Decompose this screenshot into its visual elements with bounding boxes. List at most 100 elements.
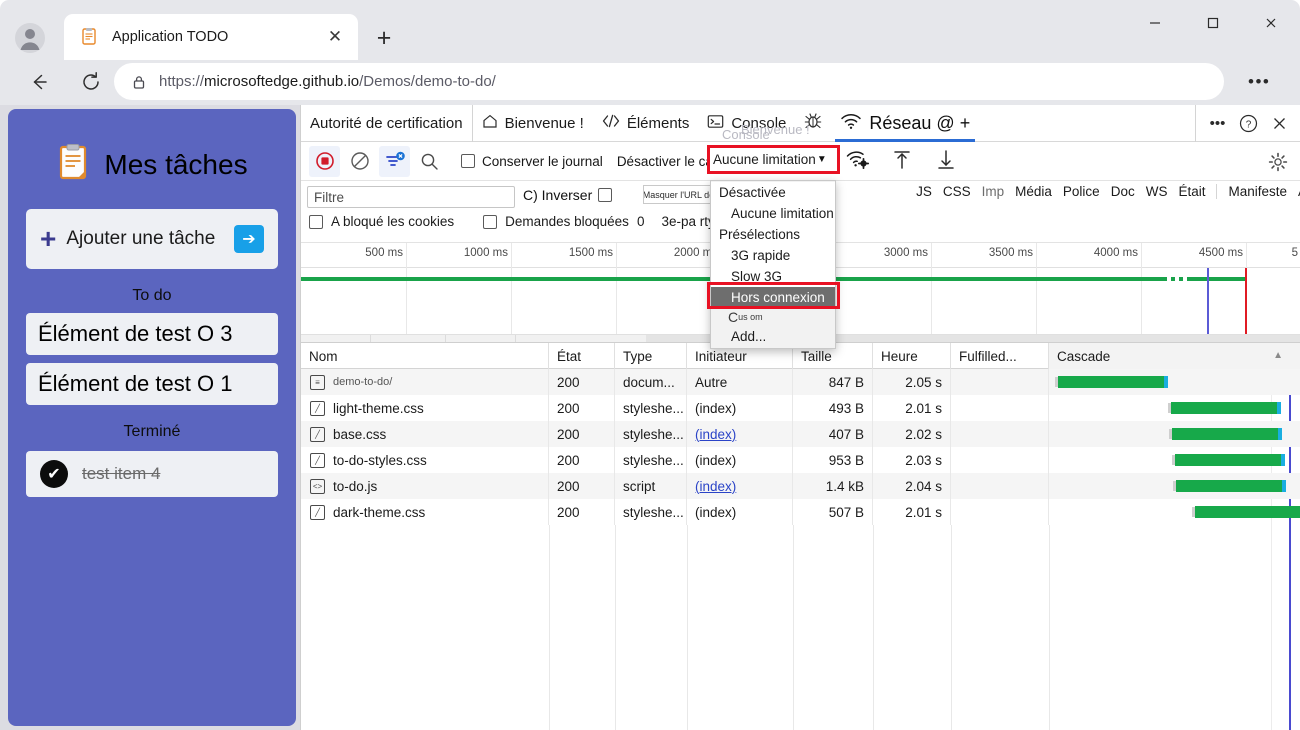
export-har-button[interactable] <box>933 147 959 173</box>
network-settings-button[interactable] <box>1262 146 1293 177</box>
cell-initiator[interactable]: (index) <box>687 421 793 447</box>
table-row[interactable]: ╱ dark-theme.css 200 styleshe... (index)… <box>301 499 1300 525</box>
cell-initiator[interactable]: (index) <box>687 473 793 499</box>
table-row[interactable]: ≡ demo-to-do/ 200 docum... Autre 847 B 2… <box>301 369 1300 395</box>
tick-label: 4000 ms <box>1093 247 1138 259</box>
column-header-time[interactable]: Heure <box>873 343 951 369</box>
tab-certificate-authority[interactable]: Autorité de certification <box>301 104 473 142</box>
devtools-close-button[interactable] <box>1264 108 1295 139</box>
cell-fulfilled <box>951 369 1049 395</box>
request-name: to-do-styles.css <box>333 452 427 468</box>
maximize-icon <box>1207 17 1219 29</box>
throttle-dropdown-menu: Désactivée Aucune limitation Présélectio… <box>710 180 836 349</box>
navigation-bar: https://microsoftedge.github.io/Demos/de… <box>0 58 1300 105</box>
request-name: demo-to-do/ <box>333 376 393 388</box>
menu-item-slow-3g[interactable]: Slow 3G <box>711 266 835 287</box>
preserve-log-checkbox[interactable]: Conserver le journal <box>461 154 603 169</box>
network-request-table: Nom État Type Initiateur Taille Heure Fu… <box>301 343 1300 730</box>
throttle-dropdown-button[interactable]: Aucune limitation ▼ <box>709 147 837 171</box>
ghost-text-console: Console <box>722 127 770 142</box>
tab-strip: Application TODO ✕ + <box>0 0 1300 60</box>
filter-type-doc[interactable]: Doc <box>1111 184 1135 199</box>
throttle-settings-button[interactable] <box>845 147 871 173</box>
submit-task-button[interactable]: ➔ <box>234 225 264 253</box>
tab-welcome[interactable]: Bienvenue ! <box>473 105 593 142</box>
new-tab-button[interactable]: + <box>368 22 400 54</box>
list-item[interactable]: Élément de test O 3 <box>26 313 278 355</box>
close-icon <box>1274 118 1285 129</box>
search-icon <box>421 153 438 170</box>
filter-type-font[interactable]: Police <box>1063 184 1100 199</box>
filter-placeholder: Filtre <box>314 189 344 205</box>
cell-fulfilled <box>951 499 1049 525</box>
blocked-cookies-checkbox[interactable]: A bloqué les cookies <box>309 214 454 229</box>
devtools-more-button[interactable]: ••• <box>1202 108 1233 139</box>
filter-input[interactable]: Filtre <box>307 186 515 208</box>
list-item[interactable]: ✔ test item 4 <box>26 451 278 497</box>
search-button[interactable] <box>414 146 445 177</box>
menu-item-fast-3g[interactable]: 3G rapide <box>711 245 835 266</box>
cell-status: 200 <box>549 369 615 395</box>
browser-more-button[interactable]: ••• <box>1248 72 1270 92</box>
request-name: dark-theme.css <box>333 504 426 520</box>
menu-item-offline[interactable]: Hors connexion <box>711 287 835 308</box>
window-controls <box>1126 0 1300 46</box>
column-header-fulfilled[interactable]: Fulfilled... <box>951 343 1049 369</box>
cell-status: 200 <box>549 421 615 447</box>
cell-size: 507 B <box>793 499 873 525</box>
clear-button[interactable] <box>344 146 375 177</box>
filter-type-js[interactable]: JS <box>916 184 932 199</box>
tab-network[interactable]: Réseau @ + <box>831 105 979 142</box>
third-party-label[interactable]: 3e-pa rty <box>661 214 714 229</box>
column-header-cascade[interactable]: Cascade <box>1049 343 1300 369</box>
stylesheet-icon: ╱ <box>310 452 325 468</box>
window-close-button[interactable] <box>1242 0 1300 46</box>
table-row[interactable]: ╱ to-do-styles.css 200 styleshe... (inde… <box>301 447 1300 473</box>
invert-filter-checkbox[interactable]: C) Inverser <box>523 187 613 203</box>
help-button[interactable]: ? <box>1233 108 1264 139</box>
browser-tab[interactable]: Application TODO ✕ <box>64 14 358 60</box>
devtools-tabbar-actions: ••• ? <box>1195 105 1300 142</box>
import-har-button[interactable] <box>889 147 915 173</box>
column-header-name[interactable]: Nom <box>301 343 549 369</box>
profile-avatar[interactable] <box>12 20 48 56</box>
checkmark-icon[interactable]: ✔ <box>40 460 68 488</box>
column-header-type[interactable]: Type <box>615 343 687 369</box>
filter-type-manifest[interactable]: Manifeste <box>1228 184 1287 199</box>
blocked-requests-checkbox[interactable]: Demandes bloquées 0 <box>483 214 644 229</box>
cell-size: 407 B <box>793 421 873 447</box>
reload-button[interactable] <box>74 65 108 99</box>
table-row[interactable]: ╱ base.css 200 styleshe... (index) 407 B… <box>301 421 1300 447</box>
tab-elements[interactable]: Éléments <box>593 105 699 142</box>
new-task-input[interactable]: Ajouter une tâche <box>66 228 234 250</box>
tab-label: Éléments <box>626 114 690 132</box>
wifi-icon <box>840 112 862 134</box>
minimize-button[interactable] <box>1126 0 1184 46</box>
maximize-button[interactable] <box>1184 0 1242 46</box>
table-row[interactable]: <> to-do.js 200 script (index) 1.4 kB 2.… <box>301 473 1300 499</box>
cell-size: 1.4 kB <box>793 473 873 499</box>
tab-title: Application TODO <box>112 29 229 45</box>
list-item[interactable]: Élément de test O 1 <box>26 363 278 405</box>
add-task-row[interactable]: + Ajouter une tâche ➔ <box>26 209 278 269</box>
menu-item-add[interactable]: Add... <box>711 326 835 347</box>
record-button[interactable] <box>309 145 340 177</box>
back-button[interactable] <box>22 65 56 99</box>
stylesheet-icon: ╱ <box>310 504 325 520</box>
filter-toggle-button[interactable] <box>379 145 410 177</box>
table-row[interactable]: ╱ light-theme.css 200 styleshe... (index… <box>301 395 1300 421</box>
menu-item-no-throttling[interactable]: Aucune limitation <box>711 203 835 224</box>
filter-type-imp[interactable]: Imp <box>982 184 1005 199</box>
cell-time: 2.01 s <box>873 395 951 421</box>
filter-type-ws[interactable]: WS <box>1146 184 1168 199</box>
invert-label: C) Inverser <box>523 187 593 203</box>
home-icon <box>482 113 498 133</box>
filter-type-media[interactable]: Média <box>1015 184 1052 199</box>
column-header-status[interactable]: État <box>549 343 615 369</box>
filter-type-state[interactable]: Était <box>1178 184 1205 199</box>
close-icon[interactable]: ✕ <box>322 24 348 50</box>
minimize-icon <box>1150 22 1160 24</box>
cell-cascade <box>1049 369 1300 395</box>
filter-type-css[interactable]: CSS <box>943 184 971 199</box>
address-bar[interactable]: https://microsoftedge.github.io/Demos/de… <box>114 63 1224 100</box>
